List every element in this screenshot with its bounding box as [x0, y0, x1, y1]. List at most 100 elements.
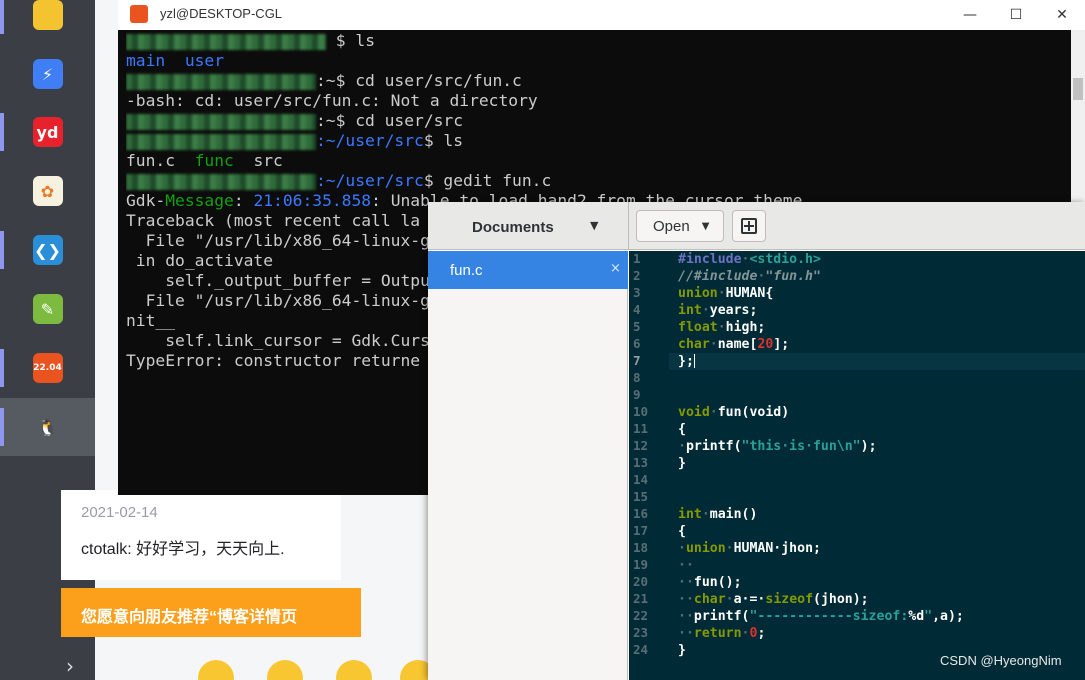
- code-token: ··: [678, 626, 694, 641]
- code-token: }: [678, 643, 686, 658]
- code-line[interactable]: int·years;: [678, 302, 757, 319]
- taskbar-item[interactable]: 22.04: [0, 339, 95, 397]
- code-line[interactable]: ··char·a·=·sizeof(jhon);: [678, 591, 869, 608]
- code-line[interactable]: union·HUMAN{: [678, 285, 773, 302]
- comment-author[interactable]: ctotalk: [81, 541, 127, 558]
- new-document-button[interactable]: [732, 210, 766, 242]
- code-token: ··: [678, 575, 694, 590]
- running-indicator: [0, 349, 4, 387]
- code-line[interactable]: ·union·HUMAN·jhon;: [678, 540, 821, 557]
- youdao-icon: yd: [32, 117, 63, 147]
- code-line[interactable]: }: [678, 642, 686, 659]
- code-token: main(): [709, 507, 758, 522]
- prompt-path: :~/user/src: [316, 131, 424, 150]
- code-token: ;: [757, 626, 766, 641]
- line-number: 20: [633, 574, 649, 589]
- prompt-path: :~/user/src: [316, 171, 424, 190]
- code-line[interactable]: ·printf("this·is·fun\n");: [678, 438, 877, 455]
- line-number: 6: [633, 336, 641, 351]
- code-line[interactable]: #include·<stdio.h>: [678, 251, 821, 268]
- terminal-line: :~/user/src$ ls: [126, 131, 1066, 151]
- command-text: $ ls: [423, 131, 464, 150]
- line-number: 4: [633, 302, 641, 317]
- code-line[interactable]: float·high;: [678, 319, 765, 336]
- chevron-down-icon[interactable]: ▼: [590, 219, 598, 232]
- code-line[interactable]: ··printf("------------sizeof:%d",a);: [678, 608, 964, 625]
- code-token: }: [678, 456, 686, 471]
- file-explorer-icon: [32, 0, 63, 30]
- command-text: :~$ cd user/src: [316, 111, 464, 130]
- code-line[interactable]: int·main(): [678, 506, 757, 523]
- code-token: ·: [678, 541, 686, 556]
- taskbar-item[interactable]: ✎: [0, 280, 95, 338]
- close-icon[interactable]: ×: [610, 261, 621, 276]
- code-token: char: [693, 592, 726, 607]
- open-button-label: Open: [653, 217, 690, 235]
- comment-text: : 好好学习，天天向上.: [127, 541, 285, 558]
- terminal-titlebar[interactable]: yzl@DESKTOP-CGL — ☐ ✕: [118, 0, 1085, 30]
- code-token: (jhon);: [813, 592, 869, 607]
- code-token: ·: [725, 592, 734, 607]
- output-text: -bash: cd: user/src/fun.c: Not a directo…: [126, 91, 538, 110]
- minimize-button[interactable]: —: [947, 0, 993, 30]
- documents-label[interactable]: Documents: [472, 219, 554, 236]
- code-line[interactable]: //#include·"fun.h": [678, 268, 821, 285]
- taskbar-item[interactable]: ❮❯: [0, 221, 95, 279]
- code-line[interactable]: {: [678, 421, 686, 438]
- redacted-prompt: [126, 133, 316, 150]
- taskbar-item[interactable]: [0, 0, 95, 44]
- open-button[interactable]: Open ▼: [636, 210, 724, 242]
- notepad-plus-icon: ✎: [32, 294, 63, 324]
- line-number: 24: [633, 642, 649, 657]
- code-line[interactable]: void·fun(void): [678, 404, 789, 421]
- code-token: float: [678, 320, 718, 335]
- chevron-down-icon: ▼: [701, 220, 710, 232]
- taskbar-item[interactable]: 🐧: [0, 398, 95, 456]
- code-token: <stdio.h>: [749, 252, 821, 267]
- maximize-button[interactable]: ☐: [993, 0, 1039, 30]
- output-text: fun.c: [126, 151, 195, 170]
- code-line[interactable]: char·name[20];: [678, 336, 789, 353]
- sidebar-item-fun-c[interactable]: fun.c ×: [428, 251, 628, 289]
- code-line[interactable]: }: [678, 455, 686, 472]
- line-number: 7: [633, 353, 641, 368]
- redacted-prompt: [126, 113, 316, 130]
- scrollbar-thumb[interactable]: [1073, 78, 1083, 100]
- code-token: printf(: [693, 609, 750, 624]
- header-divider: [628, 202, 629, 250]
- code-line[interactable]: };: [678, 353, 695, 370]
- code-token: ·: [678, 439, 686, 454]
- taskbar-item[interactable]: yd: [0, 103, 95, 161]
- code-line[interactable]: ··: [678, 557, 694, 574]
- code-token: int: [678, 303, 702, 318]
- redacted-prompt: [126, 33, 326, 50]
- output-text: nit__: [126, 311, 176, 330]
- code-editor[interactable]: 1 2 3 4 5 6 7 8 9 10 11 12 13 14 15 16 17 18 19 20 21 22 23 24 …: [629, 251, 1085, 680]
- sidebar-item-label: fun.c: [450, 262, 483, 279]
- close-button[interactable]: ✕: [1039, 0, 1085, 30]
- feishu-icon: ⚡: [32, 59, 63, 89]
- taskbar-item[interactable]: ✿: [0, 162, 95, 220]
- chevron-right-icon[interactable]: ›: [66, 654, 74, 678]
- linux-penguin-icon: 🐧: [37, 417, 58, 437]
- output-text: Message: [165, 191, 234, 210]
- line-number: 16: [633, 506, 649, 521]
- code-token: ·: [701, 303, 710, 318]
- code-line[interactable]: ··return·0;: [678, 625, 765, 642]
- line-number: 18: [633, 540, 649, 555]
- code-token: ··: [678, 558, 694, 573]
- line-number: 8: [633, 370, 641, 385]
- code-token: HUMAN·jhon;: [733, 541, 821, 556]
- code-token: };: [678, 354, 694, 369]
- gedit-window[interactable]: Documents ▼ Open ▼ fun.c × 1 2 3 4 5 6 7 8 9 10 11…: [428, 202, 1085, 680]
- line-number: 2: [633, 268, 641, 283]
- code-line[interactable]: ··fun();: [678, 574, 742, 591]
- output-text: 21:06:35.858: [253, 191, 372, 210]
- taskbar-item[interactable]: ⚡: [0, 45, 95, 103]
- line-number: 17: [633, 523, 649, 538]
- code-line[interactable]: {: [678, 523, 686, 540]
- line-number-gutter: 1 2 3 4 5 6 7 8 9 10 11 12 13 14 15 16 17 18 19 20 21 22 23 24: [629, 251, 669, 680]
- code-token: {: [678, 524, 686, 539]
- comment-date: 2021-02-14: [81, 504, 158, 521]
